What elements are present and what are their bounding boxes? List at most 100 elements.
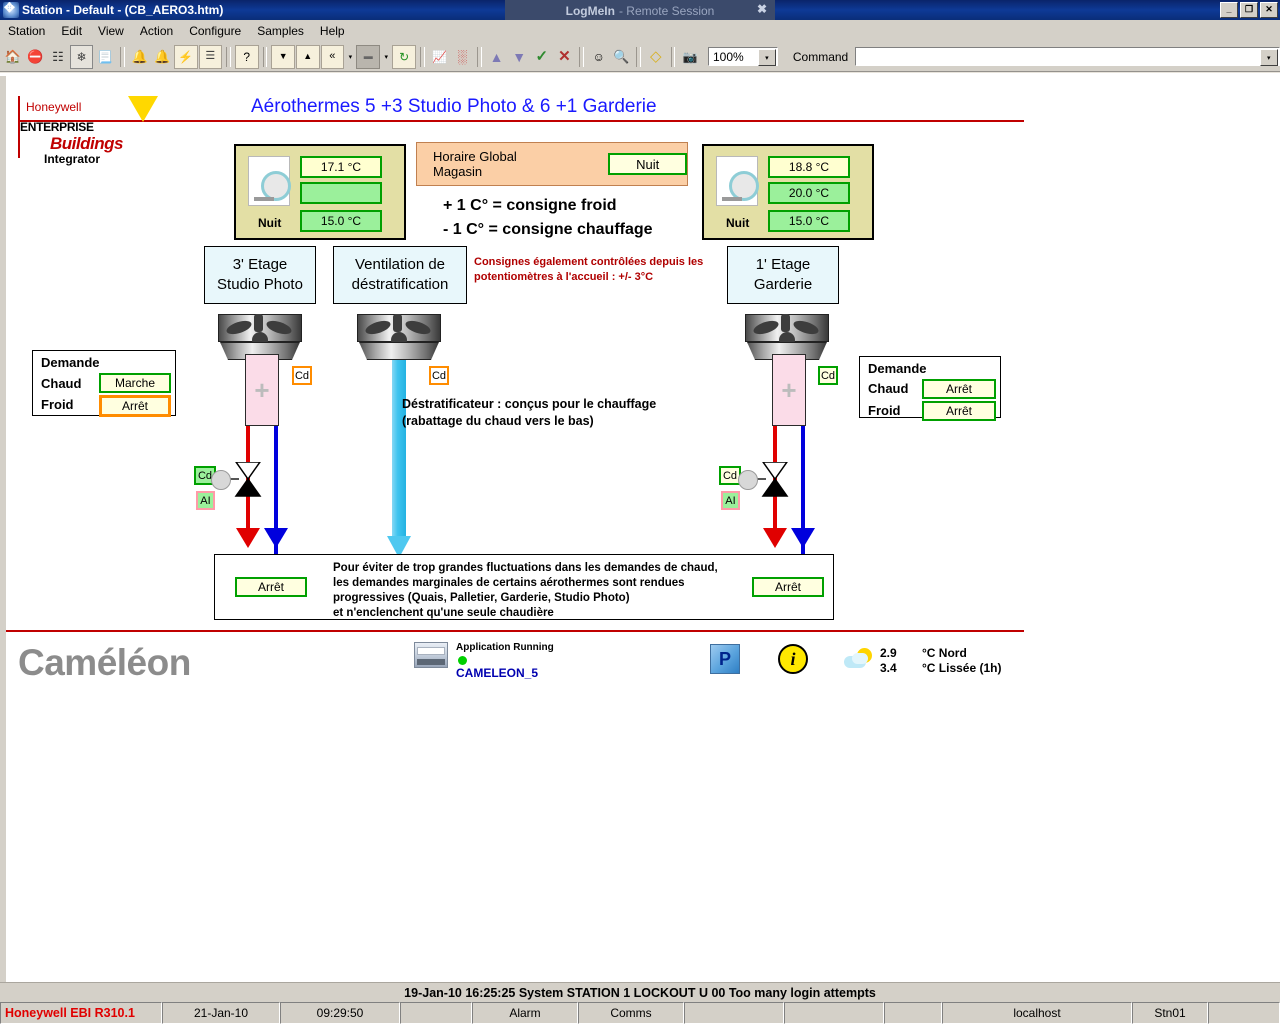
horaire-value[interactable]: Nuit <box>608 153 687 175</box>
zone-box-studio-photo[interactable]: 3' Etage Studio Photo <box>204 246 316 304</box>
refresh-page-icon[interactable]: ↻ <box>392 44 416 69</box>
trend-report-glyph: 📃 <box>97 49 113 64</box>
alarm-summary-line[interactable]: 19-Jan-10 16:25:25 System STATION 1 LOCK… <box>0 982 1280 1003</box>
horaire-label: Horaire Global Magasin <box>433 149 517 179</box>
restore-button[interactable]: ❐ <box>1240 2 1258 18</box>
zoom-value: 100% <box>713 49 744 64</box>
help-point-icon[interactable]: ? <box>234 44 259 69</box>
close-button[interactable]: ✕ <box>1260 2 1278 18</box>
alarm-bell-icon[interactable]: 🔔 <box>129 46 151 68</box>
application-window: Station - Default - (CB_AERO3.htm) _ ❐ ✕… <box>0 0 1280 1024</box>
left-mode-temperature[interactable]: 15.0 °C <box>300 210 382 232</box>
event-flash-icon[interactable]: ⚡ <box>173 44 198 69</box>
point-detail-icon[interactable]: ❄ <box>69 44 94 69</box>
trend-chart-icon[interactable]: 📈 <box>429 46 451 68</box>
command-input[interactable]: ▾ <box>855 47 1280 66</box>
thermostat-base-icon-right <box>722 197 742 201</box>
find-icon[interactable]: 🔍 <box>611 46 633 68</box>
alarm-ack-icon[interactable]: 🔔 <box>151 46 173 68</box>
status-blank-5 <box>1208 1002 1280 1024</box>
alarm-list-icon[interactable]: ☰ <box>198 44 223 69</box>
status-alarm[interactable]: Alarm <box>472 1002 578 1024</box>
notes-icon[interactable]: ◇ <box>645 46 667 68</box>
ai-badge-left[interactable]: AI <box>196 491 215 510</box>
group-display-icon[interactable]: ░ <box>451 46 473 68</box>
point-summary-button[interactable]: P <box>710 644 740 674</box>
right-setpoint-temperature[interactable]: 20.0 °C <box>768 182 850 204</box>
destratification-note: Déstratificateur : conçus pour le chauff… <box>402 396 656 430</box>
menu-edit[interactable]: Edit <box>53 22 90 40</box>
lower-icon[interactable]: ▼ <box>508 46 530 68</box>
trend-report-icon[interactable]: 📃 <box>94 46 116 68</box>
left-mode-label: Nuit <box>258 216 282 230</box>
logmein-session-tab[interactable]: LogMeIn - Remote Session ✖ <box>505 0 775 22</box>
command-chevron-down-icon[interactable]: ▾ <box>1259 49 1278 66</box>
left-current-temperature[interactable]: 17.1 °C <box>300 156 382 178</box>
outdoor-temp-north-label: °C Nord <box>922 646 967 660</box>
boiler-note-line-3: progressives (Quais, Palletier, Garderie… <box>333 592 630 604</box>
page-up-icon[interactable]: ▲ <box>295 44 320 69</box>
zone-box-garderie[interactable]: 1' Etage Garderie <box>727 246 839 304</box>
page-back-dropdown[interactable]: ▾ <box>345 46 355 68</box>
cameleon-brand: Caméléon <box>18 642 191 683</box>
information-button[interactable]: i <box>778 644 808 674</box>
page-down-icon[interactable]: ▼ <box>271 44 295 69</box>
right-current-temperature[interactable]: 18.8 °C <box>768 156 850 178</box>
home-icon[interactable]: 🏠 <box>2 46 24 68</box>
status-station: Stn01 <box>1132 1002 1208 1024</box>
zone-box-destratification[interactable]: Ventilation de déstratification <box>333 246 467 304</box>
menu-view[interactable]: View <box>90 22 132 40</box>
zone-destrat-line-2: déstratification <box>351 276 449 293</box>
chevron-down-icon[interactable]: ▾ <box>757 49 776 66</box>
demande-left-froid-label: Froid <box>41 397 74 412</box>
cd-badge-mid[interactable]: Cd <box>429 366 449 385</box>
consigne-line-1: + 1 C° = consigne froid <box>443 197 617 214</box>
boiler-staging-note-text: Pour éviter de trop grandes fluctuations… <box>333 561 718 621</box>
cd-badge-right[interactable]: Cd <box>818 366 838 385</box>
outdoor-temp-smoothed-label: °C Lissée (1h) <box>922 661 1002 675</box>
menu-station[interactable]: Station <box>0 22 53 40</box>
boiler-right-status[interactable]: Arrêt <box>752 577 824 597</box>
zoom-select[interactable]: 100% ▾ <box>708 47 778 66</box>
demande-right-title: Demande <box>868 361 927 376</box>
page-back-icon[interactable]: « <box>320 44 345 69</box>
menu-help[interactable]: Help <box>312 22 353 40</box>
logmein-suffix: - Remote Session <box>618 4 715 18</box>
left-setpoint-temperature[interactable] <box>300 182 382 204</box>
left-temperature-panel: 17.1 °C Nuit 15.0 °C <box>234 144 406 240</box>
accept-icon[interactable]: ✓ <box>531 46 553 68</box>
demande-right-chaud-value[interactable]: Arrêt <box>922 379 996 399</box>
operator-icon[interactable]: ☺ <box>588 46 610 68</box>
logmein-close-icon[interactable]: ✖ <box>757 2 767 16</box>
alarm-list-glyph: ☰ <box>205 50 216 62</box>
ai-badge-right[interactable]: AI <box>721 491 740 510</box>
status-comms[interactable]: Comms <box>578 1002 684 1024</box>
menu-action[interactable]: Action <box>132 22 181 40</box>
demande-left-froid-value[interactable]: Arrêt <box>99 395 171 417</box>
camera-icon[interactable]: 📷 <box>679 46 701 68</box>
control-valve-left[interactable] <box>211 462 271 502</box>
menu-configure[interactable]: Configure <box>181 22 249 40</box>
boiler-left-status[interactable]: Arrêt <box>235 577 307 597</box>
stop-alarm-icon[interactable]: ⛔ <box>25 46 47 68</box>
right-mode-temperature[interactable]: 15.0 °C <box>768 210 850 232</box>
recent-pages-icon[interactable]: ▬ <box>356 44 381 69</box>
zone-garderie-line-2: Garderie <box>753 276 813 293</box>
menu-configure-label: Configure <box>189 24 242 38</box>
menu-samples[interactable]: Samples <box>249 22 312 40</box>
recent-pages-dropdown[interactable]: ▾ <box>381 46 391 68</box>
group-display-glyph: ░ <box>457 49 467 64</box>
controller-name-label[interactable]: CAMELEON_5 <box>456 666 538 680</box>
page-back-dropdown-glyph: ▾ <box>348 53 353 61</box>
minimize-button[interactable]: _ <box>1220 2 1238 18</box>
alarm-ack-glyph: 🔔 <box>154 49 171 64</box>
plc-controller-icon[interactable] <box>414 642 448 668</box>
cd-badge-left[interactable]: Cd <box>292 366 312 385</box>
control-valve-right[interactable] <box>738 462 798 502</box>
cancel-icon[interactable]: ✕ <box>554 46 576 68</box>
operator-glyph: ☺ <box>592 49 605 64</box>
demande-left-chaud-value[interactable]: Marche <box>99 373 171 393</box>
system-tree-icon[interactable]: ☷ <box>47 46 69 68</box>
raise-icon[interactable]: ▲ <box>486 46 508 68</box>
demande-right-froid-value[interactable]: Arrêt <box>922 401 996 421</box>
